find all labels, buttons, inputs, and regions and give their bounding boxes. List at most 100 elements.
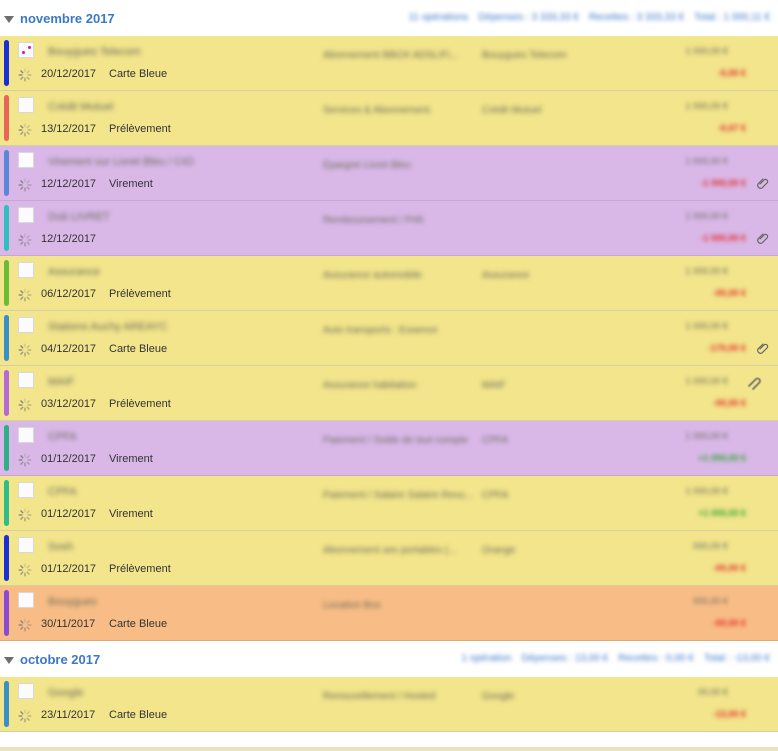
disclosure-triangle-icon[interactable] [4,656,14,664]
transaction-amount: -00,00 € [712,398,746,408]
running-balance: 1 000,00 € [685,266,728,276]
running-balance: 1 000,00 € [685,156,728,166]
running-balance: 1 000,00 € [685,101,728,111]
transaction-date: 01/12/2017 [41,453,97,465]
month-title: novembre 2017 [20,10,115,26]
transaction-row[interactable]: Virement sur Livret Bleu / CIO 12/12/2017… [0,146,778,201]
transaction-payee: CPFA [482,490,509,501]
status-spinner-icon [18,563,32,577]
disclosure-triangle-icon[interactable] [4,15,14,23]
category-icon[interactable] [18,152,34,168]
category-color-strip [4,370,9,416]
bottom-scroll-edge [0,747,778,751]
status-spinner-icon [18,709,32,723]
status-spinner-icon [18,233,32,247]
category-icon[interactable] [18,537,34,553]
status-spinner-icon [18,178,32,192]
transaction-title: Bouygues Telecom [48,46,141,58]
transaction-row[interactable]: Bouygues 30/11/2017 Carte Bleue Location Bo… [0,586,778,641]
category-icon[interactable] [18,482,34,498]
running-balance: 000,00 € [692,541,728,551]
status-spinner-icon [18,123,32,137]
transaction-row[interactable]: Assurance 06/12/2017 Prélèvement Assurance … [0,256,778,311]
category-color-strip [4,480,9,526]
transaction-date: 20/12/2017 [41,68,97,80]
category-icon[interactable] [18,427,34,443]
category-color-strip [4,40,9,86]
payment-type: Virement [109,508,153,520]
transaction-payee: Google [482,691,515,702]
summary-item: Recettes : 0,00 € [618,653,694,664]
transaction-amount: +1 000,00 € [698,453,746,463]
attachment-icon[interactable] [746,375,762,391]
running-balance: 1 000,00 € [685,486,728,496]
transaction-title: CPFA [48,431,77,443]
summary-item: Dépenses : 13,00 € [521,653,609,664]
transaction-row[interactable]: Crédit Mutuel 13/12/2017 Prélèvement Servic… [0,91,778,146]
running-balance: 1 000,00 € [685,46,728,56]
status-spinner-icon [18,508,32,522]
category-color-strip [4,535,9,581]
paperclip-icon[interactable] [756,231,770,245]
transaction-payee: MAIF [482,380,506,391]
month-header[interactable]: novembre 2017 11 opérations Dépenses : 3 3… [0,0,778,36]
transaction-date: 30/11/2017 [41,618,96,630]
status-spinner-icon [18,68,32,82]
category-color-strip [4,315,9,361]
transaction-amount: -00,00 € [712,288,746,298]
summary-item: 11 opérations [408,12,469,23]
transaction-row[interactable]: CPFA 01/12/2017 Virement Paiement / Salaire… [0,476,778,531]
category-color-strip [4,425,9,471]
category-icon[interactable] [18,42,34,58]
transaction-row[interactable]: Google 23/11/2017 Carte Bleue Renouvellemen… [0,677,778,732]
transaction-title: Assurance [48,266,100,278]
category-color-strip [4,590,9,636]
category-icon[interactable] [18,262,34,278]
category-color-strip [4,95,9,141]
category-color-strip [4,260,9,306]
transaction-payee: Orange [482,545,516,556]
category-icon[interactable] [18,317,34,333]
transaction-row[interactable]: Dub LIVRET 12/12/2017 Remboursement / Prêt… [0,201,778,256]
status-spinner-icon [18,343,32,357]
transaction-amount: -1 000,00 € [700,233,746,243]
running-balance: 1 000,00 € [685,431,728,441]
transaction-amount: +1 000,00 € [698,508,746,518]
payment-type: Virement [109,453,153,465]
transaction-category: Assurance habitation [323,380,417,391]
running-balance: 000,00 € [692,596,728,606]
category-icon[interactable] [18,592,34,608]
transaction-title: Virement sur Livret Bleu / CIO [48,156,194,168]
status-spinner-icon [18,288,32,302]
transaction-row[interactable]: MAIF 03/12/2017 Prélèvement Assurance habit… [0,366,778,421]
category-icon[interactable] [18,207,34,223]
category-icon[interactable] [18,683,34,699]
transactions-list: novembre 2017 11 opérations Dépenses : 3 3… [0,0,778,751]
running-balance: 1 000,00 € [685,321,728,331]
transaction-amount: -0,07 € [717,123,746,133]
running-balance: 00,00 € [697,687,728,697]
transaction-category: Abonnement BBOX ADSL/Fi... [323,50,459,61]
transaction-row[interactable]: Sosh 01/12/2017 Prélèvement Abonnement ses … [0,531,778,586]
category-icon[interactable] [18,97,34,113]
transaction-title: Dub LIVRET [48,211,110,223]
transaction-date: 12/12/2017 [41,233,97,245]
transaction-category: Assurance automobile [323,270,422,281]
transaction-amount: -1 000,00 € [700,178,746,188]
transaction-title: Stations Auchy AREAYC [48,321,168,333]
transaction-amount: -13,00 € [712,709,746,719]
transaction-row[interactable]: Bouygues Telecom 20/12/2017 Carte Bleue Abo… [0,36,778,91]
transaction-row[interactable]: CPFA 01/12/2017 Virement Paiement / Solde d… [0,421,778,476]
payment-type: Carte Bleue [109,618,168,630]
paperclip-icon[interactable] [756,176,770,190]
transaction-date: 01/12/2017 [41,563,97,575]
month-header[interactable]: octobre 2017 1 opération Dépenses : 13,00 … [0,641,778,677]
running-balance: 1 000,00 € [685,376,728,386]
payment-type: Prélèvement [109,398,171,410]
paperclip-icon[interactable] [756,341,770,355]
transaction-row[interactable]: Stations Auchy AREAYC 04/12/2017 Carte Ble… [0,311,778,366]
category-icon[interactable] [18,372,34,388]
transaction-date: 13/12/2017 [41,123,97,135]
transaction-category: Renouvellement / Hosted [323,691,436,702]
transaction-payee: Bouygues Telecom [482,50,567,61]
